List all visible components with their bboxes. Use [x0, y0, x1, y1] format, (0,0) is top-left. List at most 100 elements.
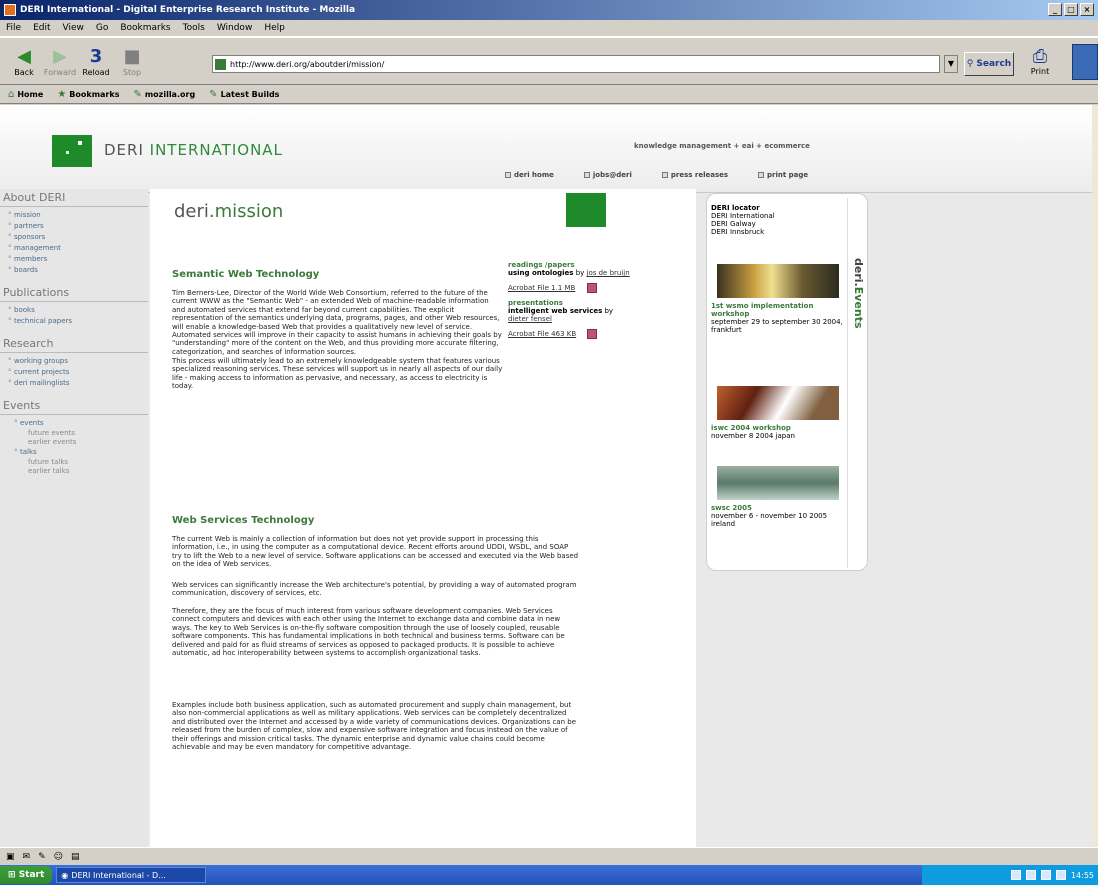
- menu-tools[interactable]: Tools: [183, 23, 205, 33]
- heading-web-services: Web Services Technology: [172, 515, 315, 526]
- locator-item[interactable]: DERI Galway: [711, 220, 847, 228]
- composer-icon[interactable]: ✎: [38, 852, 46, 862]
- mozilla-icon: ◉: [61, 870, 69, 880]
- tray-icon[interactable]: [1010, 870, 1021, 880]
- publications-list: books technical papers: [0, 302, 148, 331]
- maximize-button[interactable]: □: [1064, 3, 1078, 16]
- address-book-icon[interactable]: ▤: [71, 852, 80, 862]
- events-tab-label: deri.Events: [852, 258, 865, 329]
- menu-view[interactable]: View: [63, 23, 84, 33]
- url-bar[interactable]: [212, 55, 940, 73]
- forward-button[interactable]: ▶ Forward: [42, 46, 78, 77]
- bookmark-mozilla[interactable]: ✎ mozilla.org: [133, 89, 195, 100]
- forward-arrow-icon: ▶: [53, 46, 67, 67]
- paragraph: The current Web is mainly a collection o…: [172, 535, 579, 569]
- sidebar-item-sponsors[interactable]: sponsors: [8, 232, 148, 243]
- sidebar-item-mailinglists[interactable]: deri mailinglists: [8, 378, 148, 389]
- sidebar-item-future-talks[interactable]: future talks: [14, 458, 148, 467]
- author-link-jos-de-bruijn[interactable]: jos de bruijn: [587, 269, 630, 277]
- minimize-button[interactable]: _: [1048, 3, 1062, 16]
- sidebar-item-current-projects[interactable]: current projects: [8, 367, 148, 378]
- back-button[interactable]: ◀ Back: [6, 46, 42, 77]
- search-icon: ⚲: [966, 59, 974, 69]
- vertical-scrollbar[interactable]: [1092, 105, 1098, 847]
- events-tab[interactable]: deri.Events: [847, 198, 867, 568]
- app-icon: [4, 4, 16, 16]
- sidebar-item-events[interactable]: events: [14, 418, 148, 429]
- url-history-dropdown[interactable]: ▼: [944, 55, 958, 73]
- pdf-icon[interactable]: [586, 283, 597, 293]
- back-arrow-icon: ◀: [17, 46, 31, 67]
- sidebar-item-future-events[interactable]: future events: [14, 429, 148, 438]
- deri-logo[interactable]: [52, 135, 92, 167]
- research-list: working groups current projects deri mai…: [0, 353, 148, 393]
- menu-edit[interactable]: Edit: [33, 23, 50, 33]
- chat-icon[interactable]: ☺: [54, 852, 63, 862]
- menu-window[interactable]: Window: [217, 23, 253, 33]
- browser-window: DERI International - Digital Enterprise …: [0, 0, 1098, 885]
- sidebar-item-earlier-talks[interactable]: earlier talks: [14, 467, 148, 476]
- file-link-row: Acrobat File 1.1 MB: [508, 283, 630, 293]
- left-sidebar: About DERI mission partners sponsors man…: [0, 189, 148, 847]
- site-icon: [215, 58, 226, 70]
- sidebar-item-partners[interactable]: partners: [8, 221, 148, 232]
- sidebar-item-management[interactable]: management: [8, 243, 148, 254]
- event-photo[interactable]: [717, 466, 839, 500]
- sidebar-item-mission[interactable]: mission: [8, 210, 148, 221]
- taskbar-item-mozilla[interactable]: ◉ DERI International - D...: [56, 867, 207, 883]
- menu-bookmarks[interactable]: Bookmarks: [120, 23, 170, 33]
- event-photo[interactable]: [717, 386, 839, 420]
- event-item[interactable]: swsc 2005 november 6 - november 10 2005 i…: [711, 504, 845, 528]
- acrobat-file-link[interactable]: Acrobat File 463 KB: [508, 330, 576, 338]
- tray-icon[interactable]: [1040, 870, 1051, 880]
- bookmark-latest-builds[interactable]: ✎ Latest Builds: [209, 89, 279, 100]
- event-item[interactable]: 1st wsmo implementation workshop septembe…: [711, 302, 845, 334]
- nav-jobs[interactable]: jobs@deri: [583, 171, 632, 179]
- mail-icon[interactable]: ✉: [23, 852, 31, 862]
- event-photo[interactable]: [717, 264, 839, 298]
- sidebar-item-talks[interactable]: talks: [14, 447, 148, 458]
- bookmark-bookmarks[interactable]: ★ Bookmarks: [57, 89, 119, 100]
- reload-icon: 3: [89, 46, 103, 67]
- stop-button[interactable]: ■ Stop: [114, 46, 150, 77]
- menu-go[interactable]: Go: [96, 23, 108, 33]
- author-link-dieter-fensel[interactable]: dieter fensel: [508, 315, 552, 323]
- window-controls: _ □ ×: [1048, 3, 1094, 16]
- nav-press-releases[interactable]: press releases: [661, 171, 728, 179]
- sidebar-item-technical-papers[interactable]: technical papers: [8, 316, 148, 327]
- sidebar-item-boards[interactable]: boards: [8, 265, 148, 276]
- stop-icon: ■: [123, 46, 141, 67]
- site-header: DERI INTERNATIONAL knowledge management …: [0, 105, 1092, 193]
- locator-item[interactable]: DERI International: [711, 212, 847, 220]
- locator-title: DERI locator: [711, 204, 760, 212]
- navigator-icon[interactable]: ▣: [6, 852, 15, 862]
- menu-file[interactable]: File: [6, 23, 21, 33]
- menu-help[interactable]: Help: [264, 23, 285, 33]
- reload-button[interactable]: 3 Reload: [78, 46, 114, 77]
- bookmark-home[interactable]: ⌂ Home: [8, 89, 43, 100]
- nav-print-page[interactable]: print page: [758, 171, 808, 179]
- pdf-icon[interactable]: [587, 329, 598, 339]
- acrobat-file-link[interactable]: Acrobat File 1.1 MB: [508, 284, 575, 292]
- paragraph: Examples include both business applicati…: [172, 701, 577, 752]
- locator-item[interactable]: DERI Innsbruck: [711, 228, 847, 236]
- start-button[interactable]: ⊞ Start: [0, 866, 53, 884]
- clock: 14:55: [1070, 870, 1094, 880]
- paragraph: This process will ultimately lead to an …: [172, 357, 503, 391]
- nav-deri-home[interactable]: deri home: [505, 171, 554, 179]
- sidebar-item-books[interactable]: books: [8, 305, 148, 316]
- tray-icon[interactable]: [1025, 870, 1036, 880]
- sidebar-item-working-groups[interactable]: working groups: [8, 356, 148, 367]
- url-input[interactable]: [230, 59, 910, 69]
- sidebar-item-members[interactable]: members: [8, 254, 148, 265]
- bookmarks-icon: ★: [57, 89, 67, 100]
- print-button[interactable]: ⎙ Print: [1022, 46, 1058, 76]
- event-item[interactable]: iswc 2004 workshop november 8 2004 japan: [711, 424, 845, 440]
- search-button[interactable]: ⚲ Search: [964, 52, 1014, 76]
- close-button[interactable]: ×: [1080, 3, 1094, 16]
- events-list: events future events earlier events talk…: [0, 415, 148, 480]
- bullet-icon: [583, 172, 590, 178]
- volume-icon[interactable]: [1055, 870, 1066, 880]
- bullet-icon: [661, 172, 668, 178]
- sidebar-item-earlier-events[interactable]: earlier events: [14, 438, 148, 447]
